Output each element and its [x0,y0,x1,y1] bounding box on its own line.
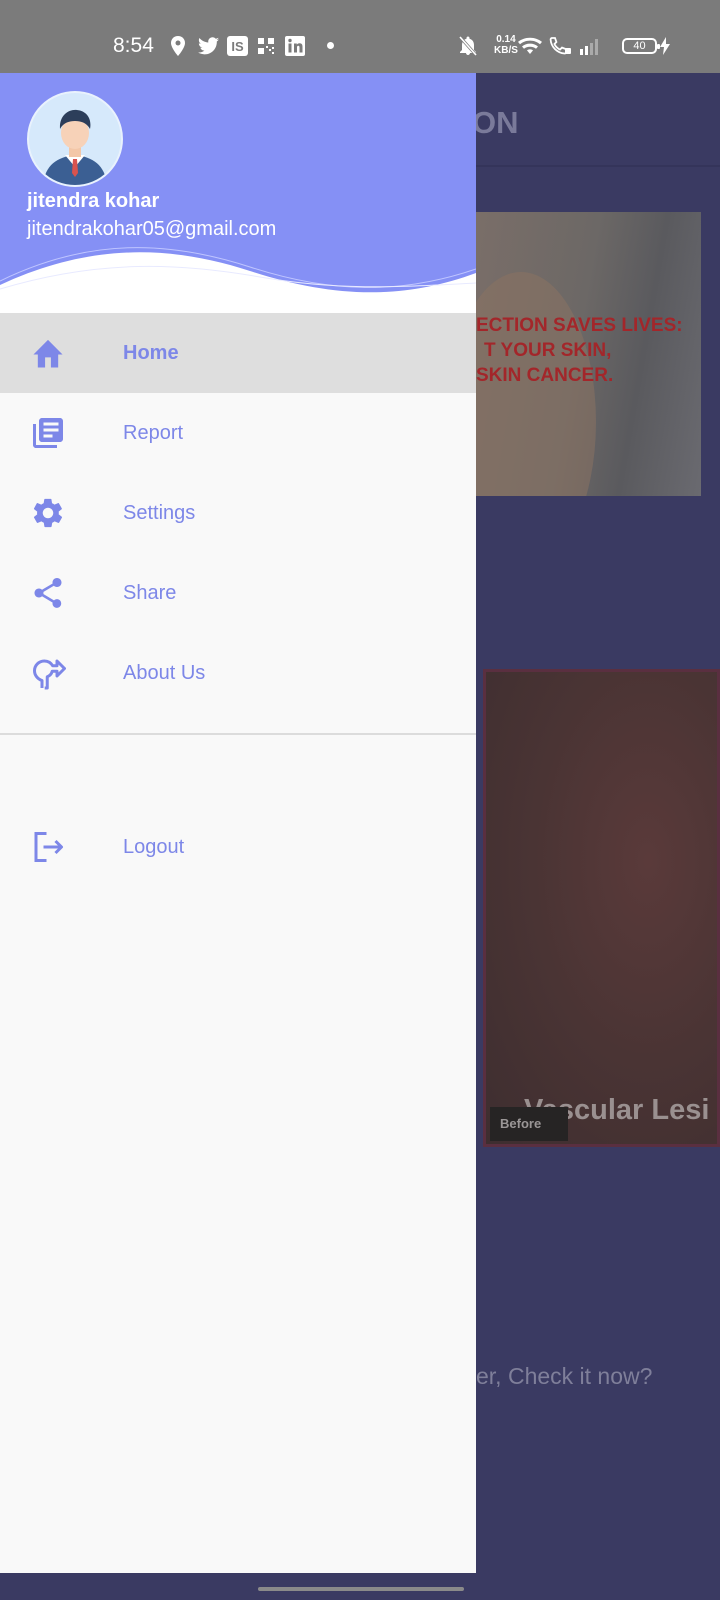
network-speed-unit: KB/S [494,45,518,56]
wifi-icon [518,35,542,57]
check-now-text[interactable]: er, Check it now? [476,1363,652,1390]
linkedin-icon [284,35,306,57]
svg-text:IS: IS [231,39,244,54]
qr-code-icon [257,35,275,57]
sidebar-item-label: Settings [123,501,196,524]
sidebar-item-label: Home [123,341,179,364]
banner-line-2: T YOUR SKIN, [484,340,612,361]
sidebar-item-report[interactable]: Report [0,393,476,473]
about-icon [29,654,67,692]
battery-icon: 40 [622,38,660,54]
sidebar-item-label: Report [123,421,184,444]
drawer-divider [0,733,476,735]
sidebar-item-about[interactable]: About Us [0,633,476,713]
gear-icon [29,494,67,532]
share-icon [29,574,67,612]
avatar[interactable] [27,91,123,187]
sidebar-item-settings[interactable]: Settings [0,473,476,553]
location-pin-icon [170,35,186,57]
lesion-card[interactable]: Vascular Lesi Before [483,669,720,1147]
logout-button[interactable]: Logout [0,807,476,887]
drawer-header: jitendra kohar jitendrakohar05@gmail.com [0,73,476,323]
background-title: ON [472,105,519,140]
network-speed: 0.14 KB/S [494,34,518,56]
banner-line-1: ECTION SAVES LIVES: [476,315,683,336]
user-email: jitendrakohar05@gmail.com [27,218,277,240]
logout-label: Logout [123,835,185,858]
sidebar-item-home[interactable]: Home [0,313,476,393]
status-bar: 8:54 IS 0.14 KB/S 40 [0,0,720,73]
is-app-icon: IS [226,35,248,57]
navigation-drawer: jitendra kohar jitendrakohar05@gmail.com… [0,73,476,1573]
gesture-navigation-handle[interactable] [258,1587,464,1591]
skin-protection-banner: ECTION SAVES LIVES: T YOUR SKIN, SKIN CA… [476,212,701,496]
status-time: 8:54 [113,34,154,57]
user-name: jitendra kohar [27,190,160,212]
charging-icon [659,35,671,57]
background-divider [470,165,720,167]
avatar-illustration [43,109,107,185]
before-tag: Before [490,1107,568,1141]
more-dot-icon [327,42,334,49]
banner-text: ECTION SAVES LIVES: T YOUR SKIN, SKIN CA… [476,313,683,388]
sidebar-item-label: About Us [123,661,206,684]
signal-icon [580,35,602,57]
logout-icon [29,828,67,866]
sidebar-item-share[interactable]: Share [0,553,476,633]
home-icon [29,334,67,372]
network-speed-value: 0.14 [496,34,516,45]
banner-line-3: SKIN CANCER. [476,365,614,386]
wifi-calling-icon [548,35,572,57]
report-icon [29,414,67,452]
mute-icon [458,35,478,57]
twitter-icon [197,35,219,57]
sidebar-item-label: Share [123,581,177,604]
